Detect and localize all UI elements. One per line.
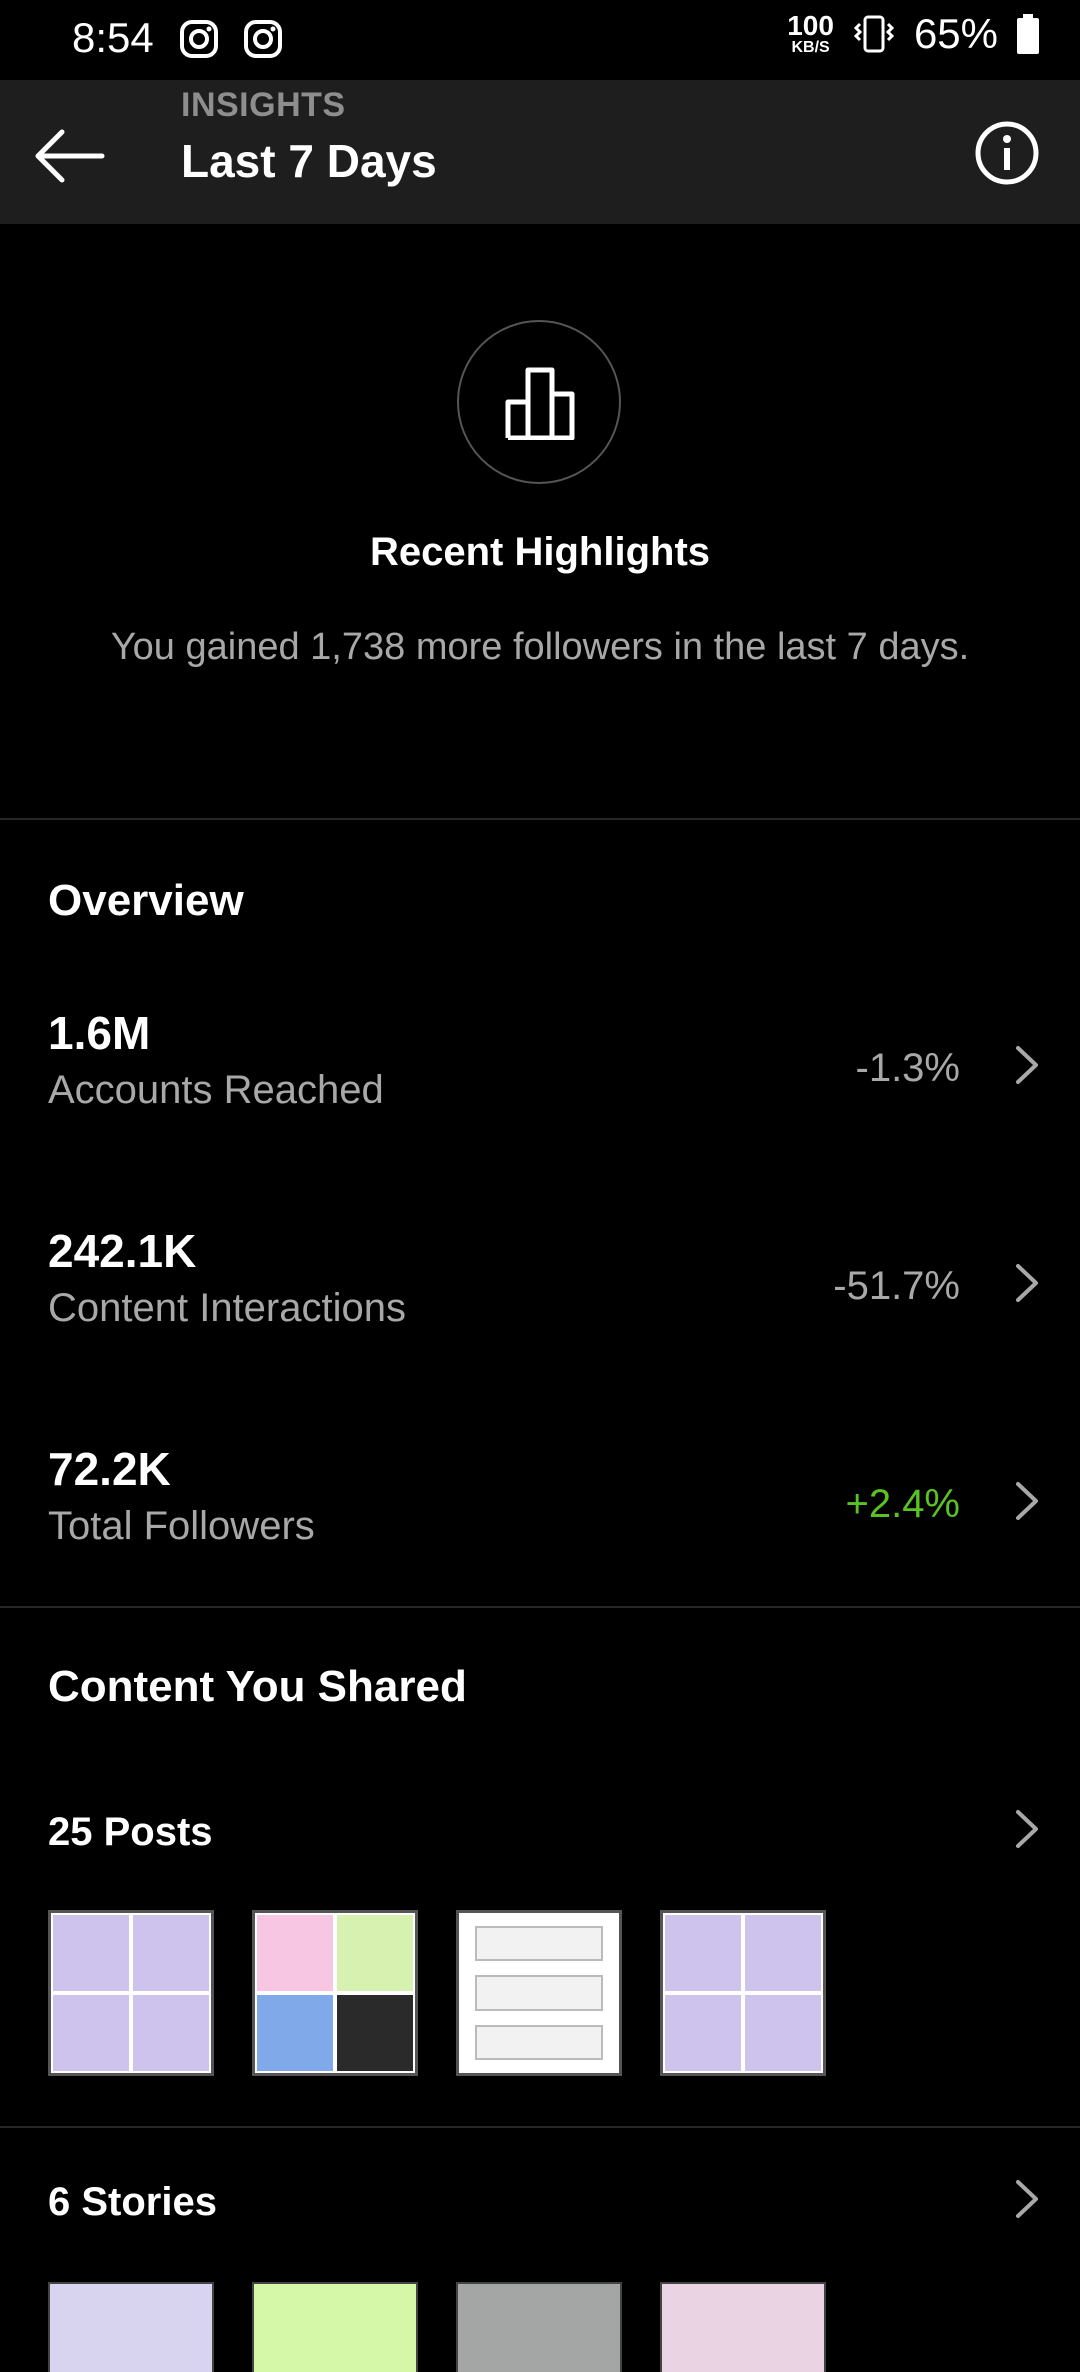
metric-change: -51.7% [833,1264,960,1308]
instagram-notification-icon [244,20,282,58]
chevron-right-icon[interactable] [1014,1808,1040,1850]
highlights-text: You gained 1,738 more followers in the l… [110,626,970,668]
divider [0,1606,1080,1608]
chevron-right-icon[interactable] [1014,2178,1040,2220]
divider [0,2126,1080,2128]
insights-chart-icon [457,320,621,484]
metric-value: 242.1K [48,1225,197,1277]
highlights-title: Recent Highlights [369,530,711,574]
metric-label: Total Followers [48,1504,315,1548]
stories-label[interactable]: 6 Stories [48,2180,217,2225]
page-title: Last 7 Days [181,135,437,187]
header: INSIGHTS Last 7 Days [0,80,1080,224]
metric-change: -1.3% [855,1046,961,1090]
status-time: 8:54 [72,14,154,61]
metric-value: 72.2K [48,1443,171,1495]
status-bar: 8:54 100 KB/S 65% [0,0,1080,80]
content-shared-title: Content You Shared [48,1662,467,1711]
battery-icon [1017,14,1039,54]
posts-label[interactable]: 25 Posts [48,1810,213,1855]
story-thumbnail[interactable] [48,2282,214,2372]
back-arrow-icon[interactable] [32,118,108,194]
post-thumbnail[interactable] [48,1910,214,2076]
chevron-right-icon [1016,1264,1038,1302]
info-icon[interactable] [974,120,1040,186]
header-subtitle: INSIGHTS [181,86,346,124]
metric-value: 1.6M [48,1007,151,1059]
post-thumbnail[interactable] [660,1910,826,2076]
instagram-notification-icon [180,20,218,58]
overview-title: Overview [48,876,244,925]
battery-percent: 65% [913,10,998,57]
metric-label: Content Interactions [48,1286,406,1330]
post-thumbnail[interactable] [252,1910,418,2076]
story-thumbnail[interactable] [252,2282,418,2372]
vibrate-icon [853,15,895,53]
post-thumbnail[interactable] [456,1910,622,2076]
story-thumbnail[interactable] [660,2282,826,2372]
network-speed: 100 KB/S [787,10,834,56]
metric-label: Accounts Reached [48,1068,384,1112]
chevron-right-icon [1016,1046,1038,1084]
metric-content-interactions[interactable]: 242.1K Content Interactions -51.7% [0,1224,1080,1404]
story-thumbnail[interactable] [456,2282,622,2372]
metric-total-followers[interactable]: 72.2K Total Followers +2.4% [0,1442,1080,1622]
metric-accounts-reached[interactable]: 1.6M Accounts Reached -1.3% [0,1006,1080,1186]
metric-change: +2.4% [845,1482,960,1526]
chevron-right-icon [1016,1482,1038,1520]
divider [0,818,1080,820]
